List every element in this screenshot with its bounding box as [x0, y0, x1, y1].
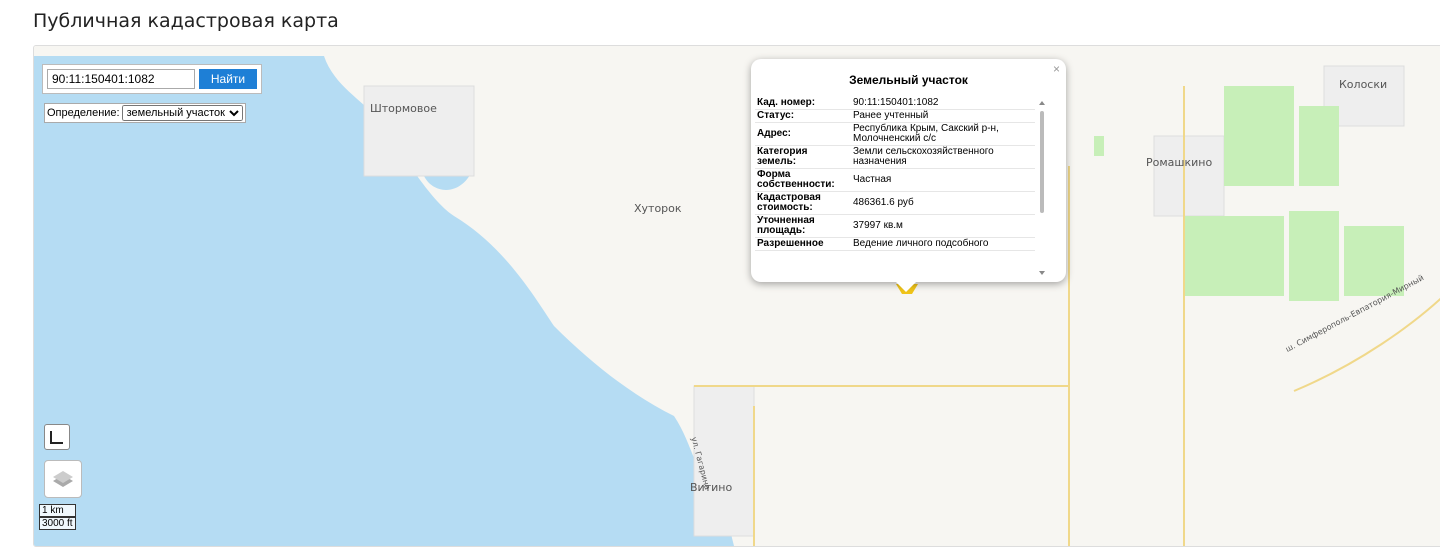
- definition-row: Определение: земельный участок: [44, 103, 246, 123]
- measure-tool-button[interactable]: [44, 424, 70, 450]
- table-row: Кад. номер: 90:11:150401:1082: [755, 97, 1035, 110]
- row-value: 486361.6 руб: [851, 191, 1035, 215]
- row-key: Кадастровая стоимость:: [755, 191, 851, 215]
- definition-select[interactable]: земельный участок: [121, 105, 243, 121]
- map-label-romashkino: Ромашкино: [1146, 156, 1213, 169]
- row-value: Республика Крым, Сакский р-н, Молочненск…: [851, 122, 1035, 146]
- popup-title: Земельный участок: [849, 73, 968, 87]
- definition-label: Определение:: [47, 107, 120, 119]
- search-button[interactable]: Найти: [199, 69, 257, 89]
- table-row: Статус: Ранее учтенный: [755, 109, 1035, 123]
- scale-bar: 1 km 3000 ft: [39, 504, 76, 530]
- scale-imperial: 3000 ft: [39, 517, 76, 530]
- parcel-info-table: Кад. номер: 90:11:150401:1082 Статус: Ране…: [755, 97, 1035, 251]
- layers-button[interactable]: [44, 460, 82, 498]
- settlement-shtormovoe: [363, 85, 475, 177]
- table-row: Кадастровая стоимость: 486361.6 руб: [755, 191, 1035, 215]
- map-label-koloski: Колоски: [1339, 78, 1388, 91]
- row-value: Частная: [851, 168, 1035, 192]
- row-value: 90:11:150401:1082: [851, 97, 1035, 110]
- search-input[interactable]: [47, 69, 195, 89]
- popup-pointer: [894, 280, 918, 292]
- table-row: Категория земель: Земли сельскохозяйствен…: [755, 145, 1035, 169]
- row-key: Адрес:: [755, 122, 851, 146]
- page-title: Публичная кадастровая карта: [33, 10, 339, 32]
- table-row: Адрес: Республика Крым, Сакский р-н, Моло…: [755, 122, 1035, 146]
- map-label-shtormovoe: Штормовое: [370, 102, 437, 115]
- settlement-romashkino: [1153, 135, 1225, 217]
- layers-icon: [53, 471, 73, 487]
- popup-scrollbar[interactable]: [1038, 99, 1046, 279]
- table-row: Уточненная площадь: 37997 кв.м: [755, 214, 1035, 238]
- scale-metric: 1 km: [39, 504, 76, 517]
- table-row: Разрешенное Ведение личного подсобного: [755, 237, 1035, 251]
- row-key: Кад. номер:: [755, 97, 851, 110]
- row-key: Разрешенное: [755, 237, 851, 251]
- row-value: 37997 кв.м: [851, 214, 1035, 238]
- row-value: Ранее учтенный: [851, 109, 1035, 123]
- row-key: Категория земель:: [755, 145, 851, 169]
- map[interactable]: Найти Определение: земельный участок Што…: [33, 45, 1440, 547]
- search-box: Найти: [42, 64, 262, 94]
- measure-icon: [50, 431, 63, 444]
- row-key: Форма собственности:: [755, 168, 851, 192]
- scroll-down-icon: [1039, 271, 1045, 275]
- scroll-up-icon: [1039, 101, 1045, 105]
- parcel-popup: × Земельный участок Кад. номер: 90:11:150…: [751, 59, 1066, 282]
- row-value: Земли сельскохозяйственного назначения: [851, 145, 1035, 169]
- row-key: Уточненная площадь:: [755, 214, 851, 238]
- row-key: Статус:: [755, 109, 851, 123]
- row-value: Ведение личного подсобного: [851, 237, 1035, 251]
- table-row: Форма собственности: Частная: [755, 168, 1035, 192]
- map-label-khutorok: Хуторок: [634, 202, 682, 215]
